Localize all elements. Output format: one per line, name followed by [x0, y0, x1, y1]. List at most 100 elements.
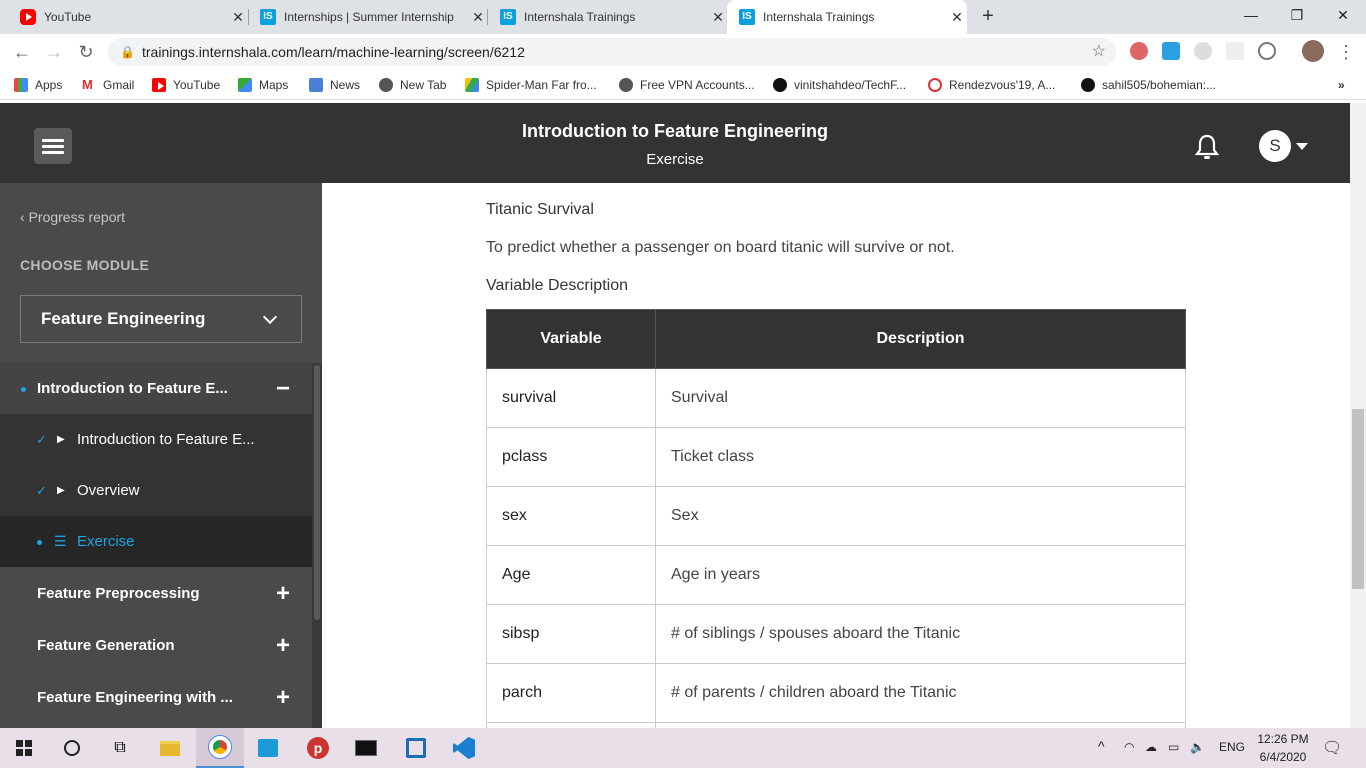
editor-app-icon[interactable]	[392, 728, 440, 768]
clock[interactable]: 12:26 PM 6/4/2020	[1256, 732, 1310, 764]
bookmarks-bar: Apps M Gmail YouTube Maps News New Tab S…	[0, 70, 1366, 100]
tab-close-icon[interactable]: ✕	[708, 9, 728, 26]
bookmark-new-tab[interactable]: New Tab	[379, 76, 446, 94]
news-icon	[309, 78, 323, 92]
bookmark-label: Apps	[35, 78, 63, 92]
user-avatar[interactable]: S	[1259, 130, 1291, 162]
url-text: trainings.internshala.com/learn/machine-…	[142, 44, 525, 60]
sidebar-item-feature-engineering-with[interactable]: Feature Engineering with ... +	[0, 672, 312, 723]
pycharm-icon[interactable]: p	[294, 728, 342, 768]
tab-close-icon[interactable]: ✕	[947, 9, 967, 26]
browser-menu-icon[interactable]: ⋮	[1334, 40, 1358, 64]
wifi-icon[interactable]: ◠	[1124, 740, 1134, 754]
volume-icon[interactable]: 🔈	[1190, 740, 1205, 754]
chevron-up-icon[interactable]: ^	[1098, 738, 1105, 754]
reload-icon[interactable]: ↻	[74, 40, 98, 64]
bookmark-gmail[interactable]: M Gmail	[82, 76, 134, 94]
restore-icon[interactable]: ❐	[1274, 0, 1320, 30]
checkmark-icon: ✓	[36, 432, 47, 447]
minimize-icon[interactable]: —	[1228, 0, 1274, 30]
bookmark-apps[interactable]: Apps	[14, 76, 62, 94]
page-scrollbar[interactable]	[1350, 103, 1366, 728]
play-icon: ▶	[57, 434, 65, 445]
browser-tab-internships[interactable]: IS Internships | Summer Internship ✕	[248, 0, 488, 34]
cloud-icon[interactable]: ☁	[1145, 740, 1157, 754]
sidebar-item-preprocessing[interactable]: Feature Preprocessing +	[0, 568, 312, 619]
globe-icon	[619, 78, 633, 92]
task-view-icon[interactable]: ⧉	[96, 728, 144, 768]
browser-tab-youtube[interactable]: YouTube ✕	[8, 0, 248, 34]
internshala-icon: IS	[500, 9, 516, 25]
sidebar-scrollbar-thumb[interactable]	[314, 365, 320, 620]
battery-icon[interactable]: ▭	[1168, 740, 1179, 754]
browser-toolbar: ← → ↻ 🔒 trainings.internshala.com/learn/…	[0, 34, 1366, 70]
bookmark-github-sahil[interactable]: sahil505/bohemian:...	[1081, 76, 1216, 94]
language-indicator[interactable]: ENG	[1219, 740, 1245, 754]
sidebar-item-overview[interactable]: ✓ ▶ Overview	[0, 465, 312, 516]
tab-close-icon[interactable]: ✕	[468, 9, 488, 26]
profile-avatar[interactable]	[1302, 40, 1324, 62]
drive-icon	[465, 78, 479, 92]
bookmark-star-icon[interactable]: ☆	[1092, 38, 1106, 66]
apps-grid-icon	[14, 78, 28, 92]
notification-center-icon[interactable]: 🗨	[1322, 738, 1342, 758]
play-icon: ▶	[57, 485, 65, 496]
expand-plus-icon[interactable]: +	[276, 568, 290, 619]
notification-bell-icon[interactable]	[1194, 133, 1220, 161]
browser-tab-trainings-active[interactable]: IS Internshala Trainings ✕	[727, 0, 967, 34]
sidebar-item-generation[interactable]: Feature Generation +	[0, 620, 312, 671]
tab-close-icon[interactable]: ✕	[228, 9, 248, 26]
browser-tab-trainings[interactable]: IS Internshala Trainings ✕	[488, 0, 728, 34]
sidebar-item-label: Feature Engineering with ...	[37, 689, 233, 706]
table-header-row: Variable Description	[486, 309, 1186, 369]
sidebar-item-intro-section[interactable]: Introduction to Feature E... −	[0, 363, 312, 414]
bookmark-news[interactable]: News	[309, 76, 360, 94]
globe-icon	[379, 78, 393, 92]
new-tab-button[interactable]: +	[976, 5, 1000, 29]
chrome-taskbar-icon[interactable]	[196, 728, 244, 768]
bookmark-vpn[interactable]: Free VPN Accounts...	[619, 76, 755, 94]
section-title: Titanic Survival	[486, 201, 594, 218]
bookmark-youtube[interactable]: YouTube	[152, 76, 220, 94]
bookmark-label: Spider-Man Far fro...	[486, 78, 597, 92]
bookmark-label: News	[330, 78, 361, 92]
extension-icon[interactable]	[1258, 42, 1276, 60]
back-arrow-icon[interactable]: ←	[10, 40, 34, 64]
extension-icon[interactable]	[1130, 42, 1148, 60]
caret-down-icon[interactable]	[1296, 143, 1308, 150]
remote-app-icon[interactable]	[244, 728, 292, 768]
sidebar-item-intro-lesson[interactable]: ✓ ▶ Introduction to Feature E...	[0, 414, 312, 465]
vscode-icon[interactable]	[440, 728, 488, 768]
bookmark-github-vinit[interactable]: vinitshahdeo/TechF...	[773, 76, 906, 94]
description-cell: Sex	[655, 486, 1186, 546]
sidebar-item-label: Introduction to Feature E...	[37, 380, 228, 397]
page-scrollbar-thumb[interactable]	[1352, 409, 1364, 589]
sidebar-item-label: Feature Generation	[37, 637, 175, 654]
progress-report-link[interactable]: ‹ Progress report	[20, 209, 125, 225]
bookmark-maps[interactable]: Maps	[238, 76, 288, 94]
module-dropdown[interactable]: Feature Engineering	[20, 295, 302, 343]
sidebar: ‹ Progress report CHOOSE MODULE Feature …	[0, 183, 322, 728]
address-bar[interactable]: 🔒 trainings.internshala.com/learn/machin…	[108, 38, 1116, 66]
forward-arrow-icon[interactable]: →	[42, 40, 66, 64]
tab-title: YouTube	[44, 10, 92, 24]
file-explorer-icon[interactable]	[146, 728, 194, 768]
sidebar-item-exercise[interactable]: ☰ Exercise	[0, 516, 312, 567]
terminal-app-icon[interactable]	[342, 728, 390, 768]
expand-plus-icon[interactable]: +	[276, 620, 290, 671]
bookmarks-overflow-icon[interactable]: »	[1338, 76, 1345, 94]
maps-icon	[238, 78, 252, 92]
expand-plus-icon[interactable]: +	[276, 672, 290, 723]
bookmark-rendezvous[interactable]: Rendezvous'19, A...	[928, 76, 1055, 94]
close-window-icon[interactable]: ✕	[1320, 0, 1366, 30]
search-circle-icon[interactable]	[48, 728, 96, 768]
windows-start-icon[interactable]	[0, 728, 48, 768]
extension-icon[interactable]	[1226, 42, 1244, 60]
collapse-minus-icon[interactable]: −	[276, 363, 290, 414]
sidebar-item-label: Introduction to Feature E...	[77, 431, 255, 448]
bookmark-spiderman[interactable]: Spider-Man Far fro...	[465, 76, 597, 94]
description-cell: # of siblings / spouses aboard the Titan…	[655, 604, 1186, 664]
extension-icon[interactable]	[1162, 42, 1180, 60]
hamburger-line	[42, 145, 64, 148]
extension-icon[interactable]	[1194, 42, 1212, 60]
